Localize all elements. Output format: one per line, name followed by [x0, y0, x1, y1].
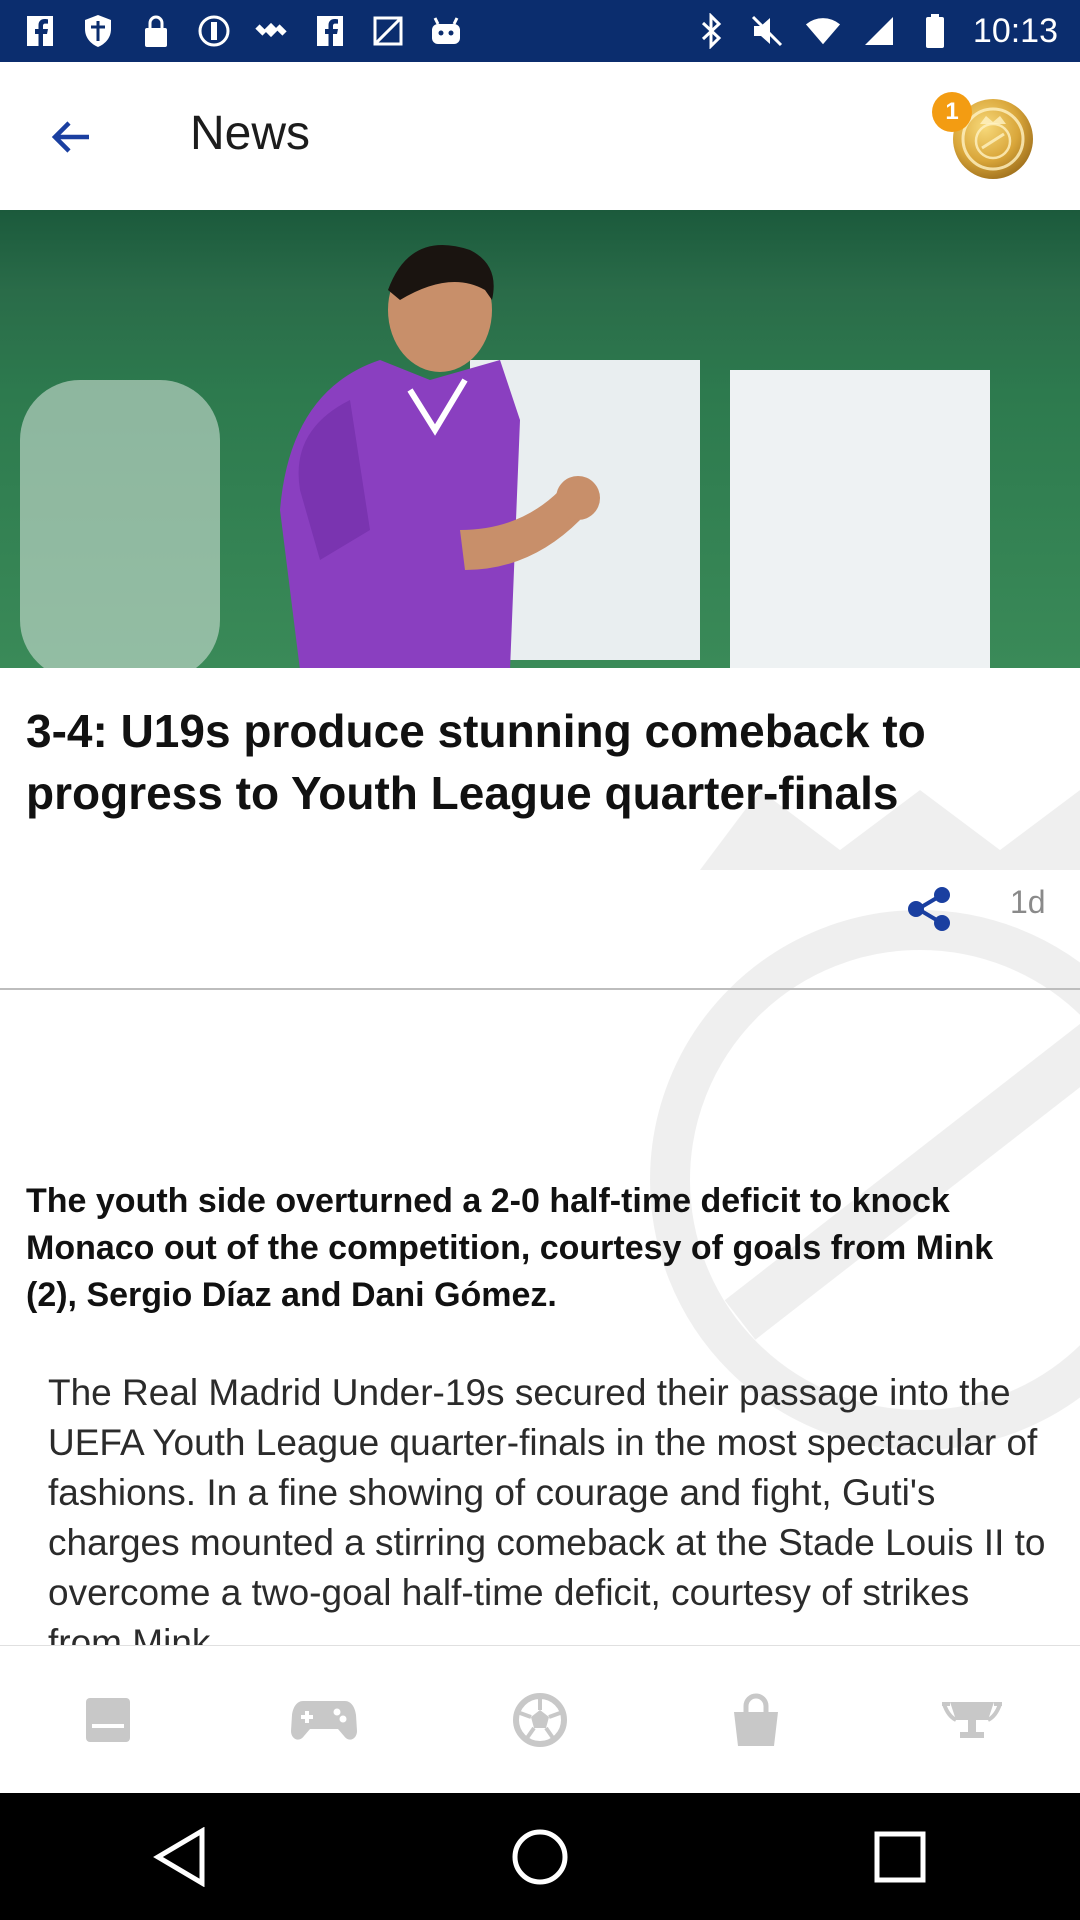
- signal-icon: [861, 13, 897, 49]
- back-button[interactable]: [40, 106, 102, 168]
- share-button[interactable]: [904, 884, 954, 934]
- nav-trophies[interactable]: [864, 1646, 1080, 1794]
- player-figure: [280, 245, 600, 668]
- system-home-button[interactable]: [500, 1817, 580, 1897]
- shopping-bag-icon: [734, 1693, 778, 1746]
- arrow-left-icon: [51, 121, 89, 153]
- clock: 10:13: [972, 11, 1058, 50]
- article-headline[interactable]: 3-4: U19s produce stunning comeback to p…: [26, 700, 1056, 824]
- article-body: The Real Madrid Under-19s secured their …: [48, 1372, 1046, 1645]
- maps-icon: [370, 13, 406, 49]
- trophy-icon: [942, 1702, 1002, 1738]
- vpn-icon: [196, 13, 232, 49]
- background-panel: [730, 370, 990, 668]
- article-age: 1d: [1010, 884, 1046, 920]
- shield-icon: [80, 13, 116, 49]
- nav-games[interactable]: [216, 1646, 432, 1794]
- notification-icons: [22, 13, 464, 49]
- facebook-icon: [312, 13, 348, 49]
- bluetooth-icon: [693, 13, 729, 49]
- circle-home-icon: [512, 1829, 568, 1884]
- share-icon: [908, 887, 950, 931]
- nav-news[interactable]: [0, 1646, 216, 1794]
- system-icons: 10:13: [693, 12, 1058, 51]
- nav-matches[interactable]: [432, 1646, 648, 1794]
- football-icon: [513, 1693, 567, 1747]
- android-icon: [428, 13, 464, 49]
- satellite-icon: [254, 13, 290, 49]
- crest-watermark-icon: [650, 790, 1080, 1450]
- divider: [0, 988, 1080, 990]
- battery-icon: [917, 13, 953, 49]
- page-title: News: [190, 107, 311, 160]
- facebook-icon: [22, 13, 58, 49]
- gamepad-icon: [291, 1701, 357, 1740]
- system-navigation-bar: [0, 1793, 1080, 1920]
- square-recents-icon: [874, 1831, 926, 1882]
- triangle-back-icon: [153, 1826, 205, 1887]
- background-letters: [20, 380, 220, 668]
- notification-badge: 1: [932, 92, 972, 132]
- app-bar: News 1: [0, 62, 1080, 211]
- article-lead: The youth side overturned a 2-0 half-tim…: [26, 1182, 994, 1314]
- article-hero-image[interactable]: [0, 210, 1080, 668]
- nav-shop[interactable]: [648, 1646, 864, 1794]
- wifi-icon: [805, 13, 841, 49]
- bottom-navigation: [0, 1645, 1080, 1794]
- mute-icon: [749, 13, 785, 49]
- system-recents-button[interactable]: [860, 1817, 940, 1897]
- news-icon: [86, 1698, 130, 1742]
- lock-icon: [138, 13, 174, 49]
- status-bar: 10:13: [0, 0, 1080, 62]
- system-back-button[interactable]: [140, 1817, 220, 1897]
